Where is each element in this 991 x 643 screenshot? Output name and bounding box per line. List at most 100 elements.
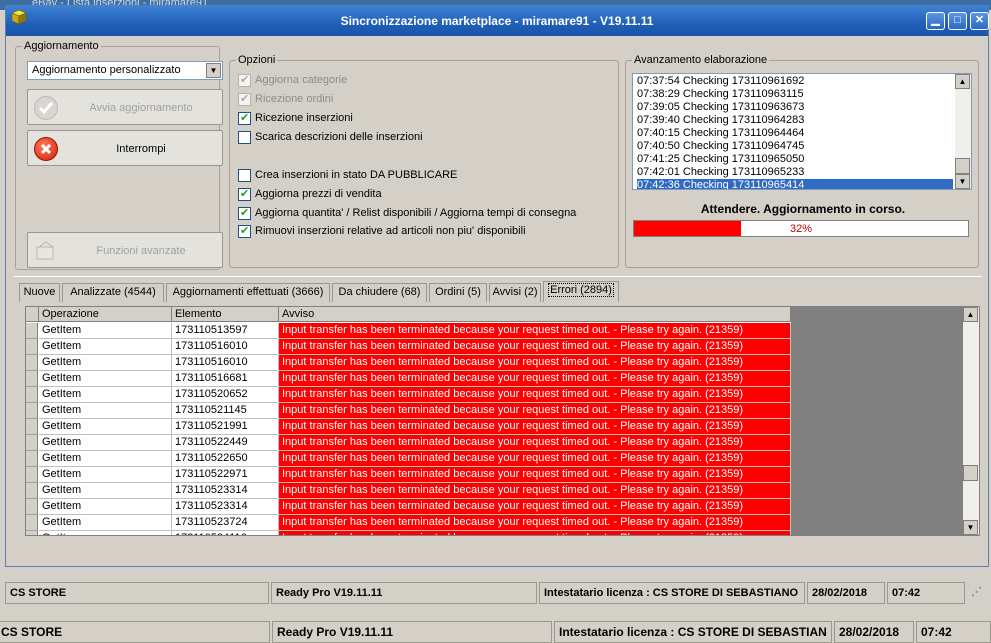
cell-elemento[interactable]: 173110513597 — [172, 323, 279, 339]
funzioni-avanzate-button[interactable]: Funzioni avanzate — [27, 232, 223, 268]
row-header[interactable] — [26, 323, 38, 339]
cell-avviso[interactable]: Input transfer has been terminated becau… — [279, 435, 791, 451]
log-line[interactable]: 07:39:40 Checking 173110964283 — [637, 114, 953, 127]
col-header-operazione[interactable]: Operazione — [39, 307, 172, 322]
grid-scroll-up-icon[interactable]: ▲ — [963, 307, 978, 322]
tab-6[interactable]: Errori (2894) — [543, 281, 619, 302]
checkbox-unchecked-icon[interactable] — [238, 169, 251, 182]
log-line[interactable]: 07:40:50 Checking 173110964745 — [637, 140, 953, 153]
col-header-elemento[interactable]: Elemento — [172, 307, 279, 322]
resize-grip-icon[interactable]: ⋰ — [967, 582, 987, 604]
cell-operazione[interactable]: GetItem — [39, 515, 172, 531]
row-header[interactable] — [26, 355, 38, 371]
cell-avviso[interactable]: Input transfer has been terminated becau… — [279, 323, 791, 339]
log-line[interactable]: 07:38:29 Checking 173110963115 — [637, 88, 953, 101]
cell-operazione[interactable]: GetItem — [39, 323, 172, 339]
cell-elemento[interactable]: 173110516681 — [172, 371, 279, 387]
cell-operazione[interactable]: GetItem — [39, 355, 172, 371]
log-scrollbar[interactable]: ▲ ▼ — [955, 74, 971, 189]
tab-1[interactable]: Analizzate (4544) — [62, 283, 164, 302]
row-header[interactable] — [26, 531, 38, 535]
maximize-button[interactable]: □ — [948, 12, 967, 30]
row-header[interactable] — [26, 515, 38, 531]
cell-avviso[interactable]: Input transfer has been terminated becau… — [279, 355, 791, 371]
log-line[interactable]: 07:40:15 Checking 173110964464 — [637, 127, 953, 140]
row-header[interactable] — [26, 435, 38, 451]
grid-scrollbar[interactable]: ▲ ▼ — [963, 307, 979, 535]
checkbox-unchecked-icon[interactable] — [238, 131, 251, 144]
interrompi-button[interactable]: Interrompi — [27, 130, 223, 166]
chevron-down-icon[interactable]: ▼ — [206, 63, 221, 78]
cell-operazione[interactable]: GetItem — [39, 419, 172, 435]
checkbox-checked-icon[interactable] — [238, 111, 251, 125]
tab-4[interactable]: Ordini (5) — [429, 283, 487, 302]
close-button[interactable]: ✕ — [970, 12, 989, 30]
cell-elemento[interactable]: 173110516010 — [172, 339, 279, 355]
cell-avviso[interactable]: Input transfer has been terminated becau… — [279, 499, 791, 515]
cell-elemento[interactable]: 173110522971 — [172, 467, 279, 483]
cell-elemento[interactable]: 173110521991 — [172, 419, 279, 435]
tab-3[interactable]: Da chiudere (68) — [332, 283, 427, 302]
cell-elemento[interactable]: 173110520652 — [172, 387, 279, 403]
cell-elemento[interactable]: 173110523314 — [172, 499, 279, 515]
cell-operazione[interactable]: GetItem — [39, 339, 172, 355]
row-header[interactable] — [26, 483, 38, 499]
cell-operazione[interactable]: GetItem — [39, 387, 172, 403]
errors-grid[interactable]: Operazione Elemento Avviso GetItem 173110… — [25, 306, 980, 536]
cell-operazione[interactable]: GetItem — [39, 403, 172, 419]
log-line[interactable]: 07:39:05 Checking 173110963673 — [637, 101, 953, 114]
cell-avviso[interactable]: Input transfer has been terminated becau… — [279, 339, 791, 355]
grid-scroll-thumb[interactable] — [963, 465, 978, 481]
row-header[interactable] — [26, 419, 38, 435]
row-header[interactable] — [26, 499, 38, 515]
row-header[interactable] — [26, 467, 38, 483]
window-titlebar[interactable]: Sincronizzazione marketplace - miramare9… — [6, 6, 989, 36]
cell-avviso[interactable]: Input transfer has been terminated becau… — [279, 371, 791, 387]
tab-2[interactable]: Aggiornamenti effettuati (3666) — [166, 283, 330, 302]
cell-elemento[interactable]: 173110521145 — [172, 403, 279, 419]
cell-elemento[interactable]: 173110523314 — [172, 483, 279, 499]
cell-operazione[interactable]: GetItem — [39, 435, 172, 451]
minimize-button[interactable]: ▁ — [926, 12, 945, 30]
scroll-thumb[interactable] — [955, 158, 970, 174]
col-header-avviso[interactable]: Avviso — [279, 307, 791, 322]
row-header[interactable] — [26, 371, 38, 387]
log-line[interactable]: 07:42:01 Checking 173110965233 — [637, 166, 953, 179]
cell-operazione[interactable]: GetItem — [39, 371, 172, 387]
log-line[interactable]: 07:37:54 Checking 173110961692 — [637, 75, 953, 88]
cell-elemento[interactable]: 173110516010 — [172, 355, 279, 371]
cell-avviso[interactable]: Input transfer has been terminated becau… — [279, 451, 791, 467]
row-header[interactable] — [26, 387, 38, 403]
row-header[interactable] — [26, 451, 38, 467]
row-header[interactable] — [26, 339, 38, 355]
grid-scroll-down-icon[interactable]: ▼ — [963, 520, 978, 535]
cell-elemento[interactable]: 173110524116 — [172, 531, 279, 535]
cell-avviso[interactable]: Input transfer has been terminated becau… — [279, 515, 791, 531]
cell-operazione[interactable]: GetItem — [39, 451, 172, 467]
cell-avviso[interactable]: Input transfer has been terminated becau… — [279, 403, 791, 419]
cell-avviso[interactable]: Input transfer has been terminated becau… — [279, 531, 791, 535]
checkbox-checked-icon[interactable] — [238, 206, 251, 220]
cell-elemento[interactable]: 173110522650 — [172, 451, 279, 467]
cell-operazione[interactable]: GetItem — [39, 467, 172, 483]
tab-5[interactable]: Avvisi (2) — [489, 283, 541, 302]
checkbox-checked-icon[interactable] — [238, 224, 251, 238]
cell-avviso[interactable]: Input transfer has been terminated becau… — [279, 467, 791, 483]
cell-avviso[interactable]: Input transfer has been terminated becau… — [279, 419, 791, 435]
cell-avviso[interactable]: Input transfer has been terminated becau… — [279, 483, 791, 499]
cell-elemento[interactable]: 173110522449 — [172, 435, 279, 451]
cell-elemento[interactable]: 173110523724 — [172, 515, 279, 531]
log-line[interactable]: 07:41:25 Checking 173110965050 — [637, 153, 953, 166]
log-line[interactable]: 07:42:36 Checking 173110965414 — [637, 179, 953, 189]
cell-operazione[interactable]: GetItem — [39, 531, 172, 535]
update-mode-select[interactable]: Aggiornamento personalizzato ▼ — [27, 61, 223, 80]
cell-operazione[interactable]: GetItem — [39, 483, 172, 499]
progress-log-list[interactable]: 07:37:54 Checking 173110961692 07:38:29 C… — [632, 73, 972, 190]
row-header[interactable] — [26, 403, 38, 419]
scroll-down-icon[interactable]: ▼ — [955, 174, 970, 189]
scroll-up-icon[interactable]: ▲ — [955, 74, 970, 89]
cell-avviso[interactable]: Input transfer has been terminated becau… — [279, 387, 791, 403]
tab-0[interactable]: Nuove — [19, 283, 60, 302]
avvia-aggiornamento-button[interactable]: Avvia aggiornamento — [27, 89, 223, 125]
cell-operazione[interactable]: GetItem — [39, 499, 172, 515]
